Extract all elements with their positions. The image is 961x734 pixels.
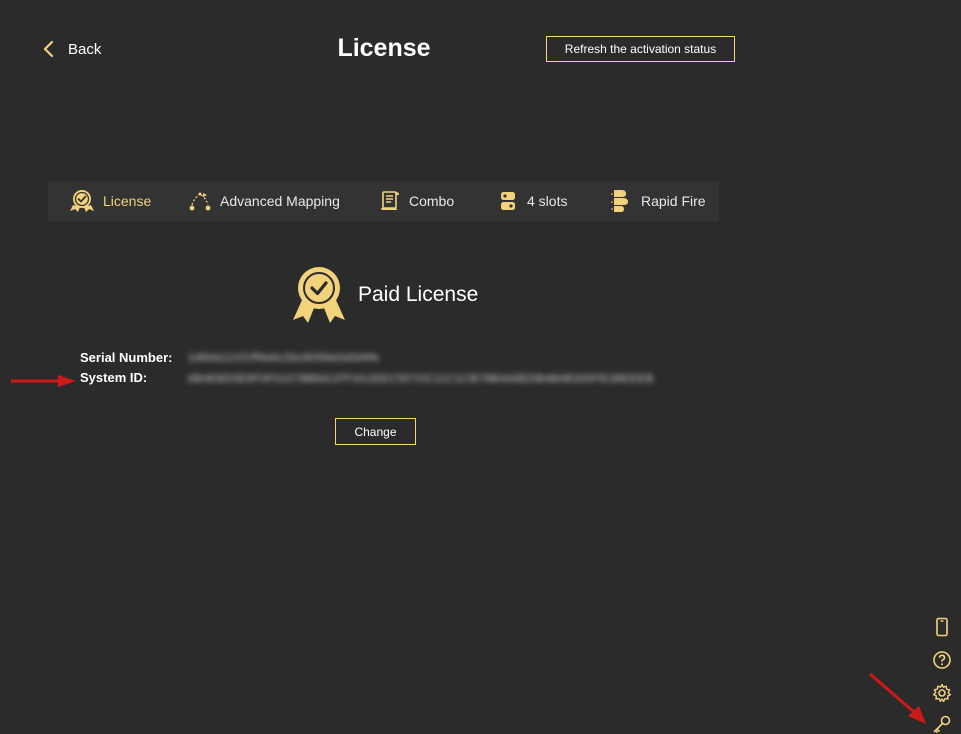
tab-advanced-mapping-label: Advanced Mapping — [220, 193, 340, 209]
tab-4-slots-label: 4 slots — [527, 193, 568, 209]
tab-combo[interactable]: Combo — [379, 181, 454, 221]
change-license-button[interactable]: Change — [335, 418, 416, 445]
rapid-fire-icon — [611, 187, 633, 215]
tab-rapid-fire-label: Rapid Fire — [641, 193, 706, 209]
feature-tab-bar: License Advanced Mapping Combo 4 slots R… — [48, 181, 719, 221]
scroll-icon — [379, 190, 401, 212]
serial-number-label: Serial Number: — [80, 350, 173, 365]
license-type: Paid License — [358, 283, 479, 306]
settings-icon[interactable] — [932, 683, 952, 703]
system-id-value: 6B4E8D0E9F0F0107BB6A1FF4A1EEC557OC11C1CB… — [188, 373, 654, 385]
phone-icon[interactable] — [932, 617, 952, 637]
system-id-label: System ID: — [80, 370, 148, 385]
tab-license[interactable]: License — [69, 181, 151, 221]
tab-advanced-mapping[interactable]: Advanced Mapping — [188, 181, 340, 221]
license-badge-icon — [292, 266, 346, 329]
serial-number-value: 1d6da121f1ff9e6c2bc8056e0a5d4fe — [188, 352, 380, 364]
refresh-activation-button[interactable]: Refresh the activation status — [546, 36, 735, 62]
annotation-arrow-key-icon — [869, 672, 926, 724]
annotation-arrow-system-id — [11, 375, 76, 387]
tab-4-slots[interactable]: 4 slots — [499, 181, 567, 221]
badge-check-icon — [69, 188, 95, 214]
tab-license-label: License — [103, 193, 152, 209]
slots-icon — [499, 190, 519, 212]
tab-rapid-fire[interactable]: Rapid Fire — [611, 181, 706, 221]
help-icon[interactable] — [932, 650, 952, 670]
tab-combo-label: Combo — [409, 193, 455, 209]
key-icon[interactable] — [932, 714, 952, 734]
mapping-icon — [188, 190, 212, 212]
